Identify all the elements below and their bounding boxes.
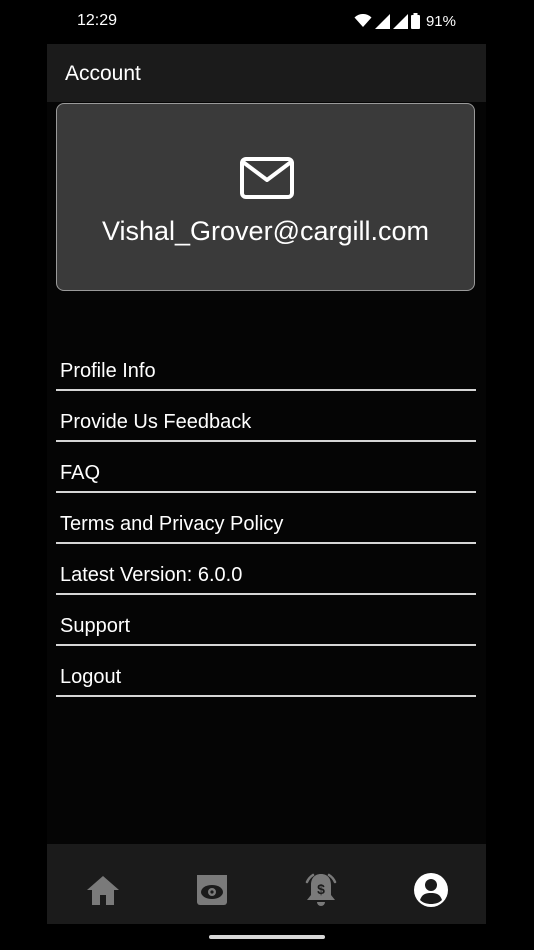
menu-item-logout[interactable]: Logout: [56, 646, 476, 697]
menu-item-support[interactable]: Support: [56, 595, 476, 646]
account-card: Vishal_Grover@cargill.com: [56, 103, 475, 291]
home-icon: [87, 876, 119, 905]
signal-icon: [374, 13, 390, 29]
menu-item-faq[interactable]: FAQ: [56, 442, 476, 493]
battery-percent: 91%: [425, 12, 456, 30]
bottom-nav: $: [47, 844, 486, 924]
menu-item-label: Logout: [60, 666, 122, 688]
menu-item-label: Profile Info: [60, 360, 156, 382]
nav-account-button[interactable]: [411, 870, 451, 910]
menu-item-terms-privacy[interactable]: Terms and Privacy Policy: [56, 493, 476, 544]
svg-text:$: $: [317, 881, 325, 897]
status-bar: 12:29 91%: [0, 0, 534, 44]
price-alert-icon: $: [305, 873, 337, 906]
status-time: 12:29: [77, 12, 118, 29]
page-title: Account: [65, 62, 141, 85]
menu-item-label: Latest Version: 6.0.0: [60, 564, 243, 586]
menu-item-feedback[interactable]: Provide Us Feedback: [56, 391, 476, 442]
wifi-icon: [354, 14, 372, 27]
signal-icon: [392, 13, 408, 29]
menu-item-label: Provide Us Feedback: [60, 411, 252, 433]
home-indicator[interactable]: [209, 935, 325, 939]
nav-price-alert-button[interactable]: $: [301, 870, 341, 910]
account-email: Vishal_Grover@cargill.com: [101, 216, 430, 246]
nav-watch-button[interactable]: [192, 870, 232, 910]
account-icon: [414, 873, 448, 907]
nav-home-button[interactable]: [83, 870, 123, 910]
battery-icon: [410, 13, 420, 29]
app-header: Account: [47, 44, 486, 102]
status-icons: 91%: [354, 11, 456, 31]
menu-item-latest-version[interactable]: Latest Version: 6.0.0: [56, 544, 476, 595]
menu-item-label: FAQ: [60, 462, 101, 484]
menu-item-profile-info[interactable]: Profile Info: [56, 340, 476, 391]
watch-icon: [197, 875, 227, 905]
mail-icon: [240, 157, 294, 199]
menu-item-label: Terms and Privacy Policy: [60, 513, 284, 535]
menu-item-label: Support: [60, 615, 131, 637]
account-menu: Profile Info Provide Us Feedback FAQ Ter…: [56, 340, 476, 697]
